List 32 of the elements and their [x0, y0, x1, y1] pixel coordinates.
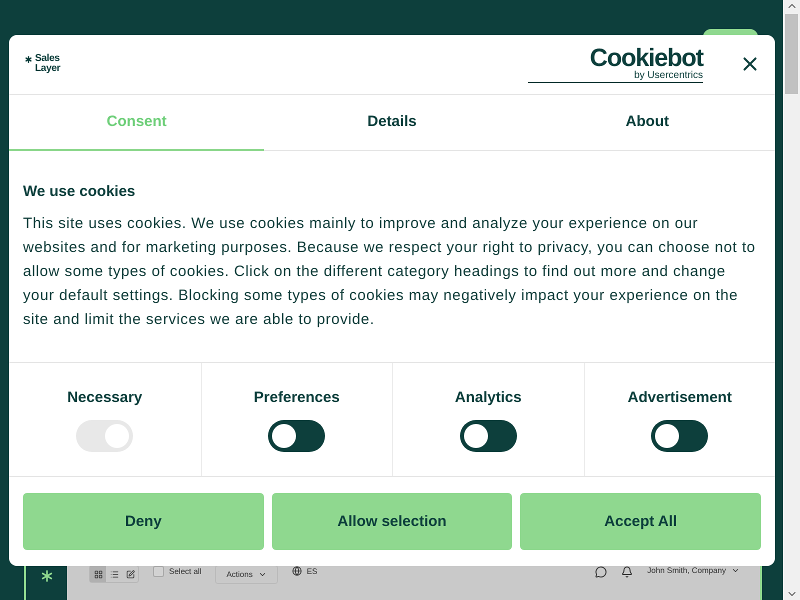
grid-icon [94, 570, 102, 578]
category-toggle[interactable] [268, 420, 326, 452]
user-name[interactable]: John Smith, Company [647, 566, 726, 575]
select-all-checkbox[interactable] [153, 566, 164, 577]
note-icon [126, 570, 134, 578]
provider-logo[interactable]: Cookiebot by Usercentrics [528, 46, 703, 83]
category-label: Necessary [67, 389, 142, 406]
list-icon [110, 570, 118, 578]
category-toggle[interactable] [651, 420, 708, 452]
view-mode-button[interactable] [90, 566, 106, 582]
dialog-heading: We use cookies [23, 182, 136, 200]
consent-button[interactable]: Accept All [520, 493, 762, 550]
logo-text: Sales Layer [35, 54, 62, 74]
scrollbar[interactable] [783, 0, 800, 600]
language-label: ES [306, 566, 318, 576]
consent-button[interactable]: Allow selection [272, 493, 512, 550]
category-label: Preferences [254, 389, 340, 406]
category-toggle[interactable] [460, 420, 517, 452]
tab[interactable]: About [520, 94, 775, 151]
dialog-text: This site uses cookies. We use cookies mainly to improve and analyze your experience on our websites and for marketing purposes. Because we respect your right to privacy, you can choose not to allow some types of cookies. Click on the different category headings to find out more and change your default settings. Blocking some types of cookies may negatively impact your experience on the site and limit the services we are able to provide. [23, 214, 757, 330]
globe-icon[interactable] [292, 566, 302, 576]
chat-icon[interactable] [595, 566, 608, 578]
asterisk-icon [23, 54, 34, 66]
category-label: Advertisement [628, 389, 732, 406]
select-all-label: Select all [169, 567, 202, 576]
chevron-down-icon [258, 570, 267, 579]
scroll-thumb[interactable] [785, 14, 798, 94]
chevron-down-icon[interactable] [731, 566, 740, 575]
category-label: Analytics [454, 389, 522, 406]
consent-button[interactable]: Deny [23, 493, 264, 550]
bell-icon[interactable] [621, 566, 634, 578]
tab[interactable]: Details [264, 94, 520, 151]
